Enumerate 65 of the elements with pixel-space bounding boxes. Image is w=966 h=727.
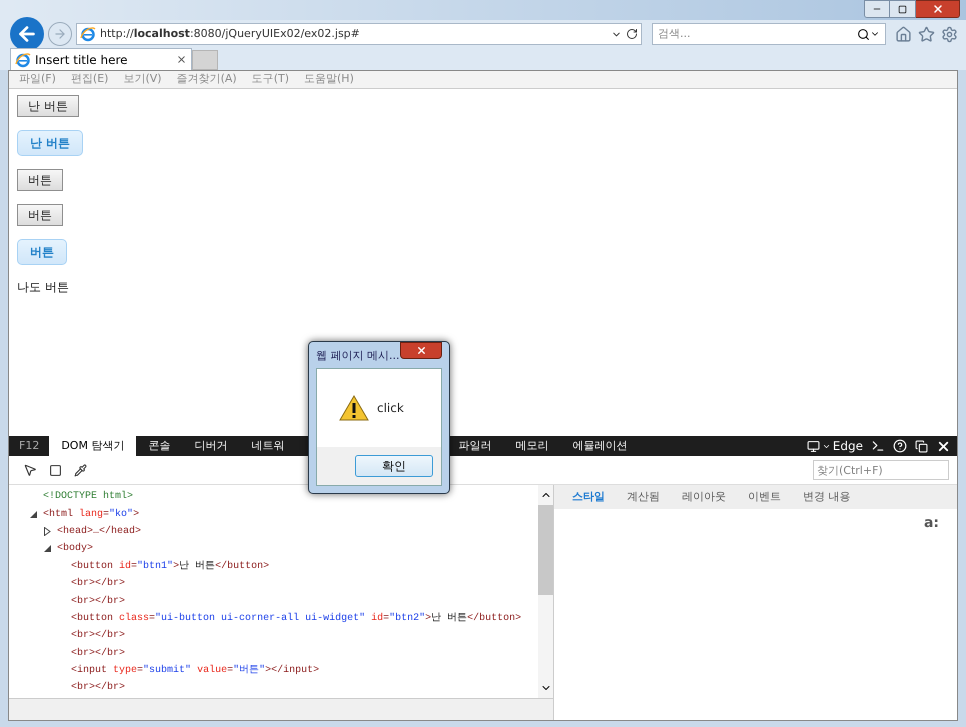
- monitor-icon: [806, 440, 820, 452]
- expanded-triangle-icon[interactable]: [44, 545, 51, 552]
- code-line[interactable]: <br></br>: [71, 628, 126, 644]
- select-element-icon[interactable]: [23, 463, 37, 477]
- browser-logo-icon: [80, 26, 96, 42]
- dialog-title: 웹 페이지 메시...: [316, 348, 400, 364]
- warning-icon: [339, 395, 369, 421]
- devtools-tab[interactable]: 에뮬레이션: [560, 436, 640, 456]
- code-line[interactable]: <!DOCTYPE html>: [43, 489, 134, 504]
- close-tab-icon[interactable]: [176, 54, 187, 65]
- code-line[interactable]: <button class="ui-button ui-corner-all ui-widget" id="btn2">난 버튼</button>: [71, 610, 522, 626]
- browser-tab[interactable]: Insert title here: [10, 48, 192, 70]
- code-line[interactable]: <br></br>: [71, 576, 126, 592]
- devtools-tab[interactable]: 콘솔: [136, 436, 182, 456]
- maximize-icon: [898, 4, 907, 14]
- console-icon[interactable]: [871, 439, 885, 453]
- find-field[interactable]: 찾기(Ctrl+F): [813, 460, 949, 480]
- search-field[interactable]: 검색...: [652, 23, 886, 45]
- code-line[interactable]: <head>…</head>: [57, 524, 142, 539]
- pseudo-state-label[interactable]: a:: [924, 513, 939, 534]
- close-icon: [932, 3, 944, 15]
- style-pane-tab[interactable]: 레이아웃: [682, 488, 726, 506]
- code-line[interactable]: <br></br>: [71, 594, 126, 609]
- expanded-triangle-icon[interactable]: [30, 510, 37, 518]
- code-line[interactable]: <input type="submit" value="버튼"></input>: [71, 663, 320, 678]
- f12-label: F12: [18, 438, 40, 454]
- page-button[interactable]: 버튼: [17, 204, 63, 226]
- settings-icon[interactable]: [941, 26, 958, 42]
- code-line[interactable]: <html lang="ko">: [43, 506, 140, 522]
- box-icon[interactable]: [49, 464, 62, 476]
- page-button[interactable]: 난 버튼: [17, 95, 79, 117]
- search-input[interactable]: 검색...: [658, 26, 857, 42]
- code-line[interactable]: <br></br>: [71, 680, 126, 696]
- devtools-tab[interactable]: 디버거: [182, 436, 240, 456]
- devtools-tab[interactable]: 메모리: [503, 436, 560, 456]
- maximize-button[interactable]: [890, 0, 916, 18]
- search-icon[interactable]: [857, 28, 870, 40]
- address-field[interactable]: http://localhost:8080/jQueryUIEx02/ex02.jsp#: [76, 23, 642, 45]
- close-button[interactable]: [916, 0, 960, 18]
- devtools-tab[interactable]: 네트워: [239, 436, 296, 456]
- home-icon[interactable]: [895, 26, 912, 42]
- style-pane-tab[interactable]: 스타일: [572, 488, 605, 506]
- help-icon[interactable]: [893, 439, 907, 453]
- devtools-tab[interactable]: 파일러: [446, 436, 504, 456]
- scrollbar[interactable]: [538, 485, 553, 698]
- close-icon: [416, 345, 426, 356]
- emulation-mode-button[interactable]: Edge: [806, 437, 863, 455]
- devtools-tab[interactable]: DOM 탐색기: [49, 436, 136, 456]
- style-pane-tab[interactable]: 이벤트: [748, 488, 781, 506]
- eyedropper-icon[interactable]: [74, 464, 87, 476]
- ok-button[interactable]: 확인: [355, 455, 433, 477]
- restore-icon[interactable]: [915, 440, 928, 452]
- dialog-message: click: [377, 400, 404, 417]
- style-pane-tab[interactable]: 변경 내용: [803, 488, 850, 506]
- star-icon[interactable]: [918, 26, 935, 42]
- code-line[interactable]: <br></br>: [71, 646, 126, 661]
- page-button[interactable]: 버튼: [17, 169, 63, 191]
- code-line[interactable]: <body>: [57, 541, 94, 556]
- collapsed-triangle-icon[interactable]: [44, 526, 51, 536]
- browser-logo-icon: [15, 52, 31, 68]
- code-line[interactable]: <button id="btn1">난 버튼</button>: [71, 558, 270, 574]
- dialog-close-button[interactable]: [400, 342, 442, 359]
- refresh-icon[interactable]: [626, 28, 638, 40]
- style-pane-tab[interactable]: 계산됨: [627, 488, 660, 506]
- button-text: 나도 버튼: [17, 279, 69, 296]
